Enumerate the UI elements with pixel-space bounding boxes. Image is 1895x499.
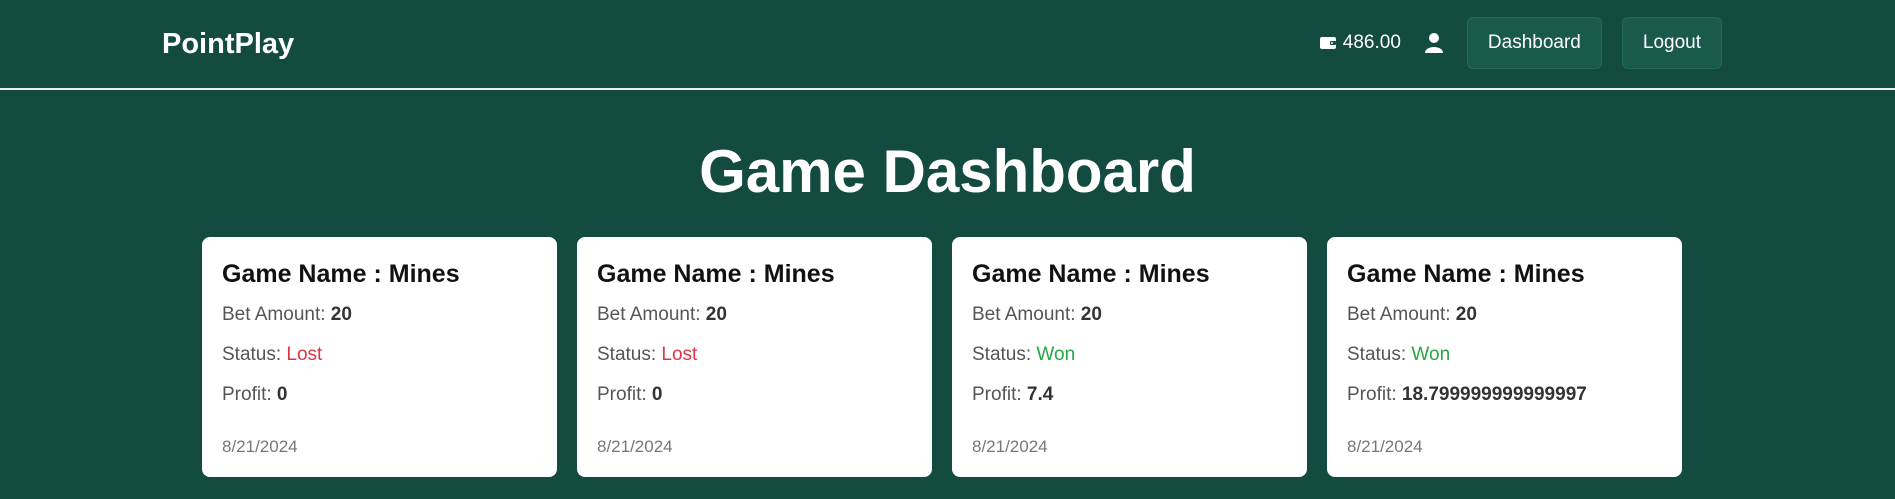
game-name-label: Game Name : xyxy=(597,260,764,288)
bet-amount-label: Bet Amount: xyxy=(972,304,1081,325)
game-card: Game Name : Mines Bet Amount: 20 Status:… xyxy=(202,237,557,477)
game-name-value: Mines xyxy=(1513,260,1585,288)
profit-label: Profit: xyxy=(1347,384,1402,405)
profit-value: 7.4 xyxy=(1026,384,1054,405)
game-date: 8/21/2024 xyxy=(222,437,298,456)
status: Status: Lost xyxy=(222,343,537,367)
profit-value: 18.799999999999997 xyxy=(1401,384,1587,405)
page-title: Game Dashboard xyxy=(699,138,1196,205)
profit-label: Profit: xyxy=(972,384,1027,405)
bet-amount: Bet Amount: 20 xyxy=(1347,303,1662,327)
bet-amount-value: 20 xyxy=(330,304,352,325)
game-card: Game Name : Mines Bet Amount: 20 Status:… xyxy=(952,237,1307,477)
status-label: Status: xyxy=(1347,344,1412,365)
profit: Profit: 0 xyxy=(222,383,537,407)
game-name: Game Name : Mines xyxy=(1347,259,1662,289)
logout-button[interactable]: Logout xyxy=(1621,17,1722,69)
nav-right: 486.00 Dashboard Logout xyxy=(1319,17,1722,69)
profit: Profit: 18.799999999999997 xyxy=(1347,383,1662,407)
game-name-label: Game Name : xyxy=(972,260,1139,288)
profit-value: 0 xyxy=(276,384,288,405)
status-value: Lost xyxy=(286,344,323,365)
status: Status: Won xyxy=(972,343,1287,367)
game-name-label: Game Name : xyxy=(222,260,389,288)
status-label: Status: xyxy=(597,344,662,365)
profit-value: 0 xyxy=(651,384,663,405)
game-name-value: Mines xyxy=(1138,260,1210,288)
game-card: Game Name : Mines Bet Amount: 20 Status:… xyxy=(577,237,932,477)
bet-amount-value: 20 xyxy=(1455,304,1477,325)
profit: Profit: 7.4 xyxy=(972,383,1287,407)
game-date: 8/21/2024 xyxy=(972,437,1048,456)
status-value: Lost xyxy=(661,344,698,365)
status: Status: Lost xyxy=(597,343,912,367)
bet-amount: Bet Amount: 20 xyxy=(972,303,1287,327)
game-date: 8/21/2024 xyxy=(597,437,673,456)
status-value: Won xyxy=(1411,344,1451,365)
bet-amount-label: Bet Amount: xyxy=(222,304,331,325)
game-name-value: Mines xyxy=(763,260,835,288)
bet-amount-value: 20 xyxy=(1080,304,1102,325)
game-name-label: Game Name : xyxy=(1347,260,1514,288)
dashboard-button[interactable]: Dashboard xyxy=(1466,17,1602,69)
navbar: PointPlay 486.00 Dashboard Logout xyxy=(0,0,1895,90)
profit: Profit: 0 xyxy=(597,383,912,407)
bet-amount-label: Bet Amount: xyxy=(597,304,706,325)
game-name: Game Name : Mines xyxy=(597,259,912,289)
wallet-amount: 486.00 xyxy=(1342,32,1401,53)
bet-amount-label: Bet Amount: xyxy=(1347,304,1456,325)
wallet-balance: 486.00 xyxy=(1319,32,1401,54)
brand-logo[interactable]: PointPlay xyxy=(162,27,294,61)
game-name: Game Name : Mines xyxy=(972,259,1287,289)
user-icon[interactable] xyxy=(1424,33,1443,53)
status-label: Status: xyxy=(972,344,1037,365)
bet-amount: Bet Amount: 20 xyxy=(222,303,537,327)
bet-amount: Bet Amount: 20 xyxy=(597,303,912,327)
wallet-icon xyxy=(1319,37,1336,49)
status-label: Status: xyxy=(222,344,287,365)
profit-label: Profit: xyxy=(597,384,652,405)
game-card: Game Name : Mines Bet Amount: 20 Status:… xyxy=(1327,237,1682,477)
game-cards: Game Name : Mines Bet Amount: 20 Status:… xyxy=(202,237,1702,477)
game-name-value: Mines xyxy=(388,260,460,288)
status-value: Won xyxy=(1036,344,1076,365)
status: Status: Won xyxy=(1347,343,1662,367)
bet-amount-value: 20 xyxy=(705,304,727,325)
game-date: 8/21/2024 xyxy=(1347,437,1423,456)
profit-label: Profit: xyxy=(222,384,277,405)
game-name: Game Name : Mines xyxy=(222,259,537,289)
